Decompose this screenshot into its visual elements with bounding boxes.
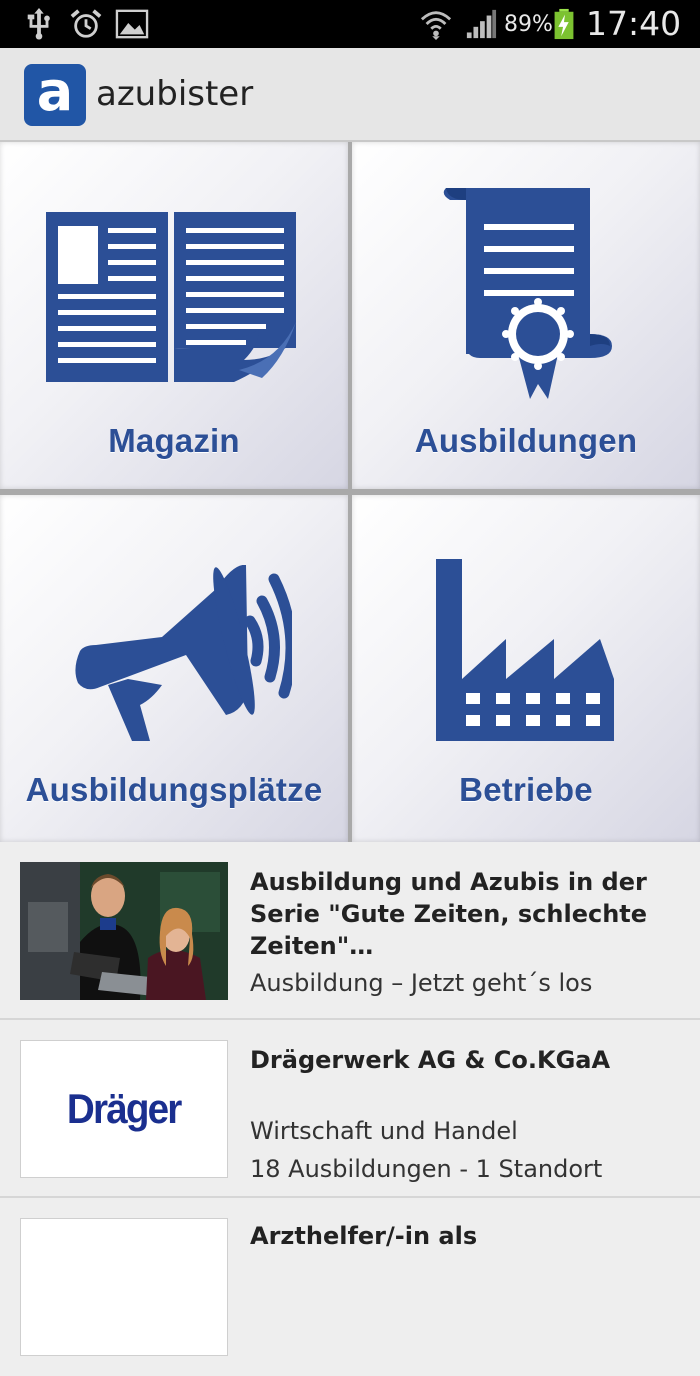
- app-bar: a azubister: [0, 48, 700, 142]
- news-details: 18 Ausbildungen - 1 Standort: [250, 1155, 603, 1183]
- list-item[interactable]: Ausbildung und Azubis in der Serie "Gute…: [0, 842, 700, 1020]
- signal-icon: [466, 9, 497, 39]
- certificate-icon: [443, 188, 612, 399]
- draeger-logo-text: Dräger: [67, 1085, 182, 1132]
- factory-icon: [436, 559, 614, 741]
- news-thumbnail: [20, 1218, 228, 1356]
- battery-charging-icon: [554, 8, 574, 40]
- main-menu-grid: Magazin Ausbildungen Ausbildungsplätze B…: [0, 142, 700, 842]
- news-subtitle: Ausbildung – Jetzt geht´s los: [250, 969, 593, 997]
- tile-ausbildungsplaetze[interactable]: Ausbildungsplätze: [0, 495, 348, 842]
- battery-percent: 89%: [504, 12, 553, 37]
- app-logo[interactable]: a: [24, 64, 86, 126]
- image-icon: [115, 9, 149, 39]
- news-title: Arzthelfer/-in als: [250, 1222, 478, 1250]
- tile-betriebe[interactable]: Betriebe: [352, 495, 700, 842]
- alarm-icon: [70, 9, 102, 38]
- news-category: Wirtschaft und Handel: [250, 1117, 518, 1145]
- tile-label: Ausbildungsplätze: [25, 771, 323, 808]
- tile-ausbildungen[interactable]: Ausbildungen: [352, 142, 700, 489]
- wifi-icon: [420, 11, 452, 40]
- newspaper-icon: [46, 212, 296, 382]
- status-bar: 89% 17:40: [0, 0, 700, 48]
- list-item[interactable]: Dräger Drägerwerk AG & Co.KGaA Wirtschaf…: [0, 1020, 700, 1198]
- clock: 17:40: [586, 4, 682, 43]
- news-title: Drägerwerk AG & Co.KGaA: [250, 1046, 611, 1074]
- photo-people-thumbnail: [20, 862, 228, 1000]
- tile-label: Betriebe: [459, 771, 593, 808]
- news-list: Ausbildung und Azubis in der Serie "Gute…: [0, 842, 700, 1376]
- draeger-logo: Dräger: [20, 1040, 228, 1178]
- tile-label: Ausbildungen: [414, 422, 638, 459]
- tile-magazin[interactable]: Magazin: [0, 142, 348, 489]
- app-logo-letter: a: [36, 60, 74, 123]
- megaphone-icon: [75, 565, 292, 741]
- tile-label: Magazin: [108, 422, 240, 459]
- news-title: Ausbildung und Azubis in der Serie "Gute…: [250, 868, 648, 960]
- app-title: azubister: [96, 74, 254, 114]
- list-item[interactable]: Arzthelfer/-in als: [0, 1198, 700, 1376]
- usb-icon: [27, 8, 50, 40]
